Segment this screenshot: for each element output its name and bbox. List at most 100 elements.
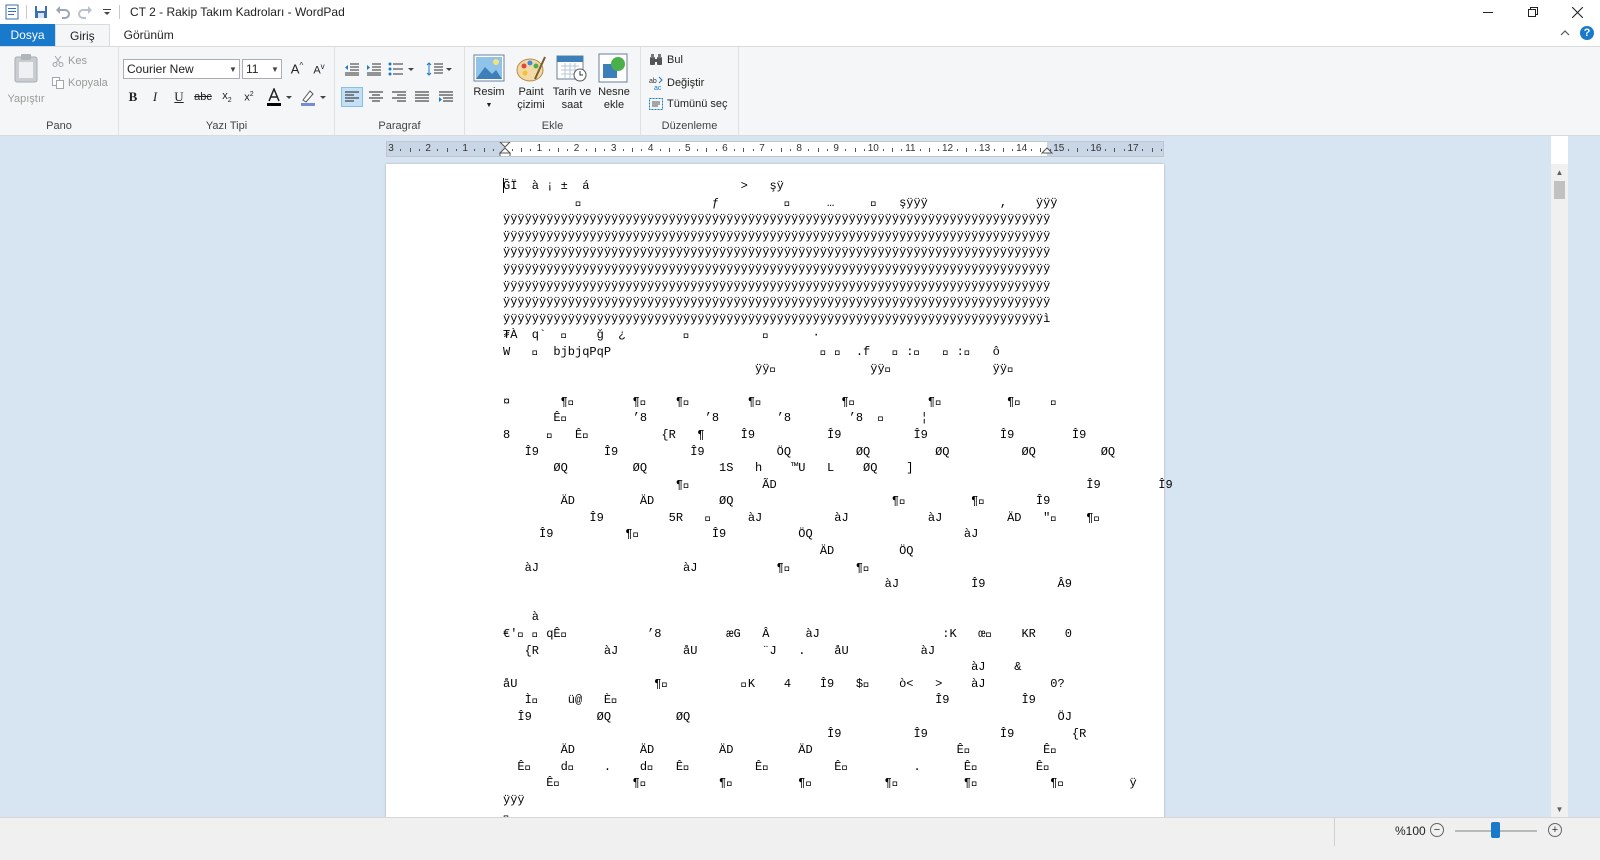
replace-button[interactable]: ab ac Değiştir — [649, 76, 704, 90]
cut-button[interactable]: Kes — [52, 55, 87, 67]
decrease-indent-button[interactable] — [341, 59, 363, 79]
svg-text:ac: ac — [654, 85, 662, 90]
tab-home[interactable]: Giriş — [55, 24, 110, 46]
ruler-tick-mark — [993, 149, 995, 151]
ruler-tick-mark — [817, 148, 819, 152]
zoom-out-icon[interactable]: − — [1430, 823, 1444, 837]
paint-drawing-label-1: Paint — [518, 86, 544, 98]
ruler-tick-mark — [622, 149, 624, 151]
line-spacing-icon — [426, 62, 452, 76]
ruler-tick-mark — [548, 149, 550, 151]
text-cursor — [503, 178, 504, 193]
vertical-scrollbar[interactable]: ▲ ▼ — [1551, 164, 1568, 817]
font-group-label: Yazı Tipi — [205, 120, 248, 132]
scroll-thumb[interactable] — [1554, 181, 1565, 199]
ruler-tick-mark — [1114, 148, 1116, 152]
ruler-tick-mark — [808, 149, 810, 151]
ruler-tick-mark — [1123, 149, 1125, 151]
right-indent-marker-icon[interactable] — [1041, 142, 1053, 157]
scroll-down-icon[interactable]: ▼ — [1551, 801, 1568, 817]
text-color-icon — [267, 88, 292, 106]
ruler-tick-label: 11 — [905, 143, 916, 154]
zoom-slider-thumb[interactable] — [1491, 822, 1500, 838]
increase-indent-icon — [367, 63, 381, 76]
ruler-tick-label: 2 — [573, 143, 580, 154]
increase-indent-button[interactable] — [363, 59, 385, 79]
subscript-icon: x2 — [222, 89, 232, 105]
title-bar: CT 2 - Rakip Takım Kadroları - WordPad — [0, 0, 1600, 24]
close-button[interactable] — [1555, 0, 1600, 24]
underline-button[interactable]: U — [169, 87, 189, 107]
paragraph-group-label: Paragraf — [378, 120, 421, 132]
italic-icon: I — [152, 89, 158, 104]
document-text[interactable]: ĞÏ à ¡ ± á > şÿ   ƒ   …   şÿÿÿ , ÿÿÿ ÿÿÿ… — [503, 178, 1173, 817]
ruler-tick-mark — [567, 149, 569, 151]
help-icon[interactable]: ? — [1580, 26, 1594, 40]
ruler-tick-mark — [1151, 148, 1153, 152]
grow-font-button[interactable]: A^ — [287, 59, 307, 79]
insert-object-label-2: ekle — [603, 99, 625, 111]
bullet-list-button[interactable] — [387, 59, 417, 79]
ruler-tick-label: 12 — [941, 143, 954, 154]
strikethrough-button[interactable]: abc — [193, 87, 213, 107]
find-button[interactable]: Bul — [649, 54, 683, 66]
paint-drawing-button[interactable]: Paint çizimi — [511, 53, 551, 112]
align-right-button[interactable] — [388, 87, 410, 107]
tab-view[interactable]: Görünüm — [110, 24, 188, 46]
indent-marker-icon[interactable] — [499, 142, 511, 157]
minimize-button[interactable] — [1465, 0, 1510, 24]
replace-icon: abac — [649, 76, 663, 90]
ruler-tick-mark — [928, 148, 930, 152]
insert-picture-label: Resim — [473, 86, 505, 98]
insert-object-button[interactable]: Nesne ekle — [595, 53, 633, 112]
save-icon[interactable] — [31, 2, 51, 22]
align-left-button[interactable] — [341, 87, 363, 107]
ruler-tick-mark — [437, 149, 439, 151]
italic-button[interactable]: I — [145, 87, 165, 107]
superscript-icon: x2 — [244, 90, 254, 104]
wordpad-app-icon[interactable] — [2, 2, 22, 22]
font-family-select[interactable]: Courier New ▼ — [123, 59, 240, 79]
scroll-up-icon[interactable]: ▲ — [1551, 164, 1568, 180]
redo-icon[interactable] — [75, 2, 95, 22]
line-spacing-button[interactable] — [425, 59, 455, 79]
insert-picture-button[interactable]: Resim ▼ — [471, 53, 507, 112]
ruler-tick-mark — [557, 148, 559, 152]
font-size-value: 11 — [246, 62, 259, 76]
collapse-ribbon-icon[interactable] — [1560, 26, 1570, 40]
paste-button[interactable]: Yapıştır — [6, 53, 46, 106]
superscript-button[interactable]: x2 — [239, 87, 259, 107]
ruler-tick-label: 4 — [647, 143, 654, 154]
tab-file[interactable]: Dosya — [0, 24, 55, 46]
window-controls — [1465, 0, 1600, 24]
select-all-button[interactable]: Tümünü seç — [649, 98, 728, 110]
ruler-tick-mark — [400, 149, 402, 151]
text-color-button[interactable] — [265, 87, 295, 107]
select-all-label: Tümünü seç — [667, 98, 728, 110]
zoom-in-icon[interactable]: + — [1548, 823, 1562, 837]
subscript-button[interactable]: x2 — [217, 87, 237, 107]
date-time-label-2: saat — [561, 99, 583, 111]
undo-icon[interactable] — [53, 2, 73, 22]
font-family-value: Courier New — [127, 62, 194, 76]
font-size-select[interactable]: 11 ▼ — [242, 59, 282, 79]
bold-icon: B — [128, 89, 138, 104]
customize-toolbar-icon[interactable] — [97, 2, 117, 22]
restore-button[interactable] — [1510, 0, 1555, 24]
paint-palette-icon — [516, 56, 546, 82]
horizontal-ruler[interactable]: 3 2 1 1 2 3 4 5 6 7 8 9 10 11 12 13 14 15 16 17 — [386, 141, 1164, 157]
bold-button[interactable]: B — [123, 87, 143, 107]
zoom-level[interactable]: %100 — [1395, 824, 1426, 838]
copy-icon — [52, 77, 64, 89]
ruler-tick-label: 17 — [1127, 143, 1139, 154]
document-page[interactable]: ĞÏ à ¡ ± á > şÿ   ƒ   …   şÿÿÿ , ÿÿÿ ÿÿÿ… — [386, 164, 1173, 817]
align-center-button[interactable] — [365, 87, 387, 107]
shrink-font-button[interactable]: Av — [309, 59, 329, 79]
justify-button[interactable] — [411, 87, 433, 107]
ruler-tick-mark — [530, 149, 532, 151]
ruler-tick-label: 7 — [759, 143, 765, 154]
highlight-color-button[interactable] — [299, 87, 329, 107]
date-time-button[interactable]: Tarih ve saat — [551, 53, 593, 112]
copy-button[interactable]: Kopyala — [52, 77, 108, 89]
paragraph-settings-button[interactable] — [435, 87, 457, 107]
